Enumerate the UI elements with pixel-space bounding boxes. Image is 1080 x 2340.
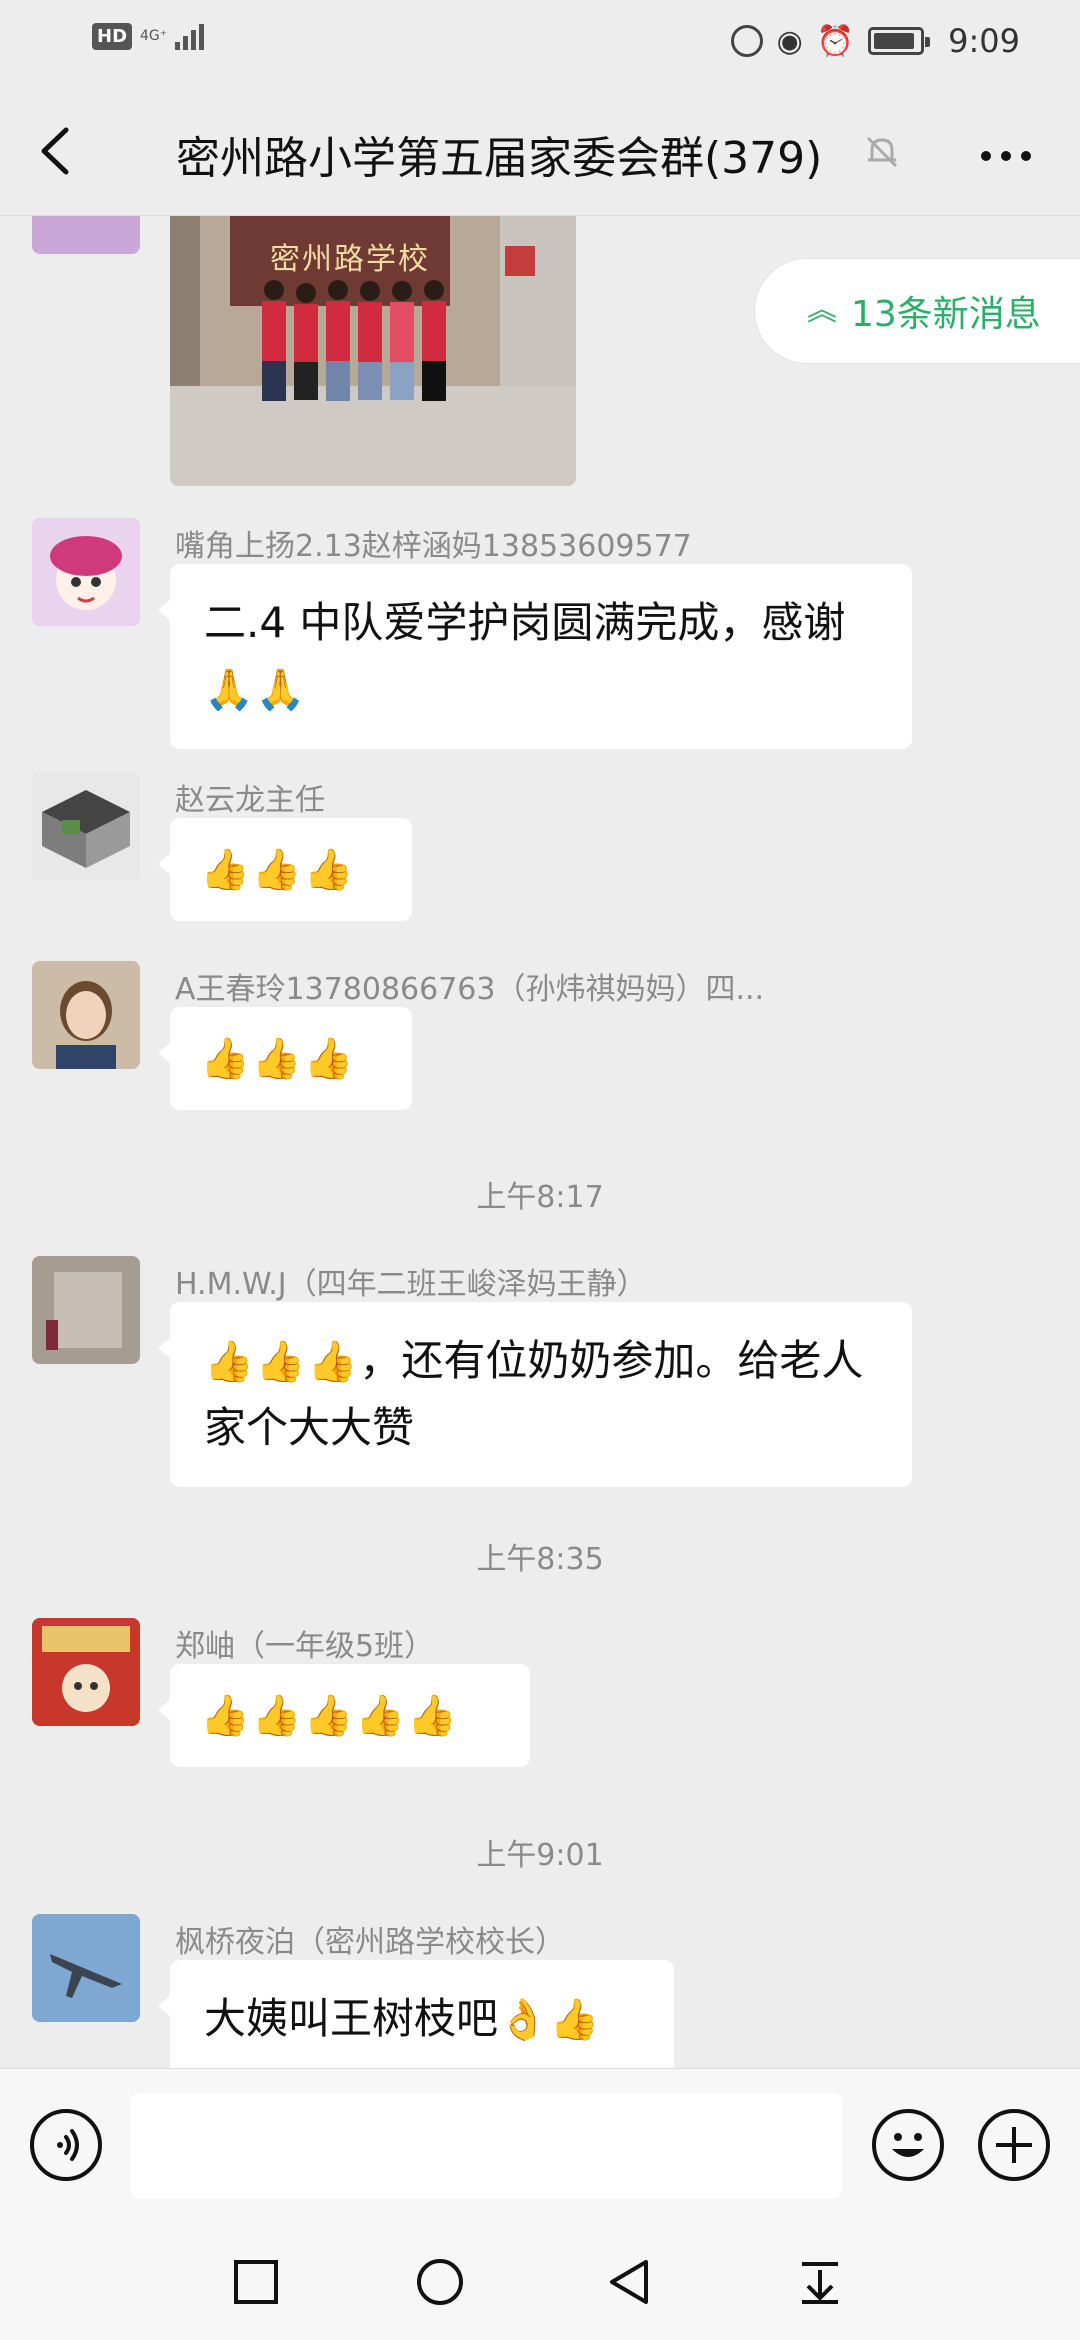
back-nav-icon[interactable]	[606, 2258, 654, 2306]
message-bubble[interactable]: 👍👍👍	[158, 818, 412, 921]
avatar[interactable]	[32, 961, 140, 1069]
back-arrow-icon	[41, 127, 69, 175]
woman-photo-avatar	[32, 961, 140, 1069]
chat-title: 密州路小学第五届家委会群(379)	[176, 133, 823, 184]
home-icon[interactable]	[416, 2258, 464, 2306]
plus-icon	[996, 2127, 1032, 2163]
back-button[interactable]	[36, 124, 86, 178]
message-bubble[interactable]: 二.4 中队爱学护岗圆满完成，感谢 🙏🙏	[158, 564, 912, 749]
message-bubble[interactable]: 👍👍👍👍👍	[158, 1664, 530, 1767]
hd-badge: HD	[92, 22, 133, 50]
avatar[interactable]	[32, 216, 140, 254]
data-saver-icon	[730, 25, 763, 57]
voice-icon	[57, 2129, 79, 2161]
avatar[interactable]	[32, 1256, 140, 1364]
avatar[interactable]	[32, 1618, 140, 1726]
message-text: 大姨叫王树枝吧	[204, 1994, 499, 2043]
message-emoji: 👌👍	[498, 1997, 602, 2043]
message-text: 二.4 中队爱学护岗圆满完成，感谢	[204, 598, 846, 647]
message-list[interactable]: 密州路学校 嘴角上扬2.13赵梓涵妈13853609577 二.4 中队爱学护岗…	[0, 216, 1080, 2068]
notification-pull-down-icon[interactable]	[796, 2258, 844, 2306]
voice-input-button[interactable]	[30, 2109, 102, 2181]
network-label: 4G⁺	[140, 28, 168, 44]
building-model-avatar	[32, 772, 140, 880]
signal-icon	[175, 22, 205, 50]
message-emoji: 🙏🙏	[204, 667, 308, 713]
message-bubble[interactable]: 👍👍👍，还有位奶奶参加。给老人家个大大赞	[158, 1302, 912, 1487]
message-bubble[interactable]: 大姨叫王树枝吧👌👍	[158, 1960, 674, 2068]
eye-comfort-icon: ◉	[776, 23, 803, 59]
smiley-icon	[892, 2133, 924, 2157]
avatar[interactable]	[32, 518, 140, 626]
recent-apps-icon[interactable]	[232, 2258, 280, 2306]
timestamp: 上午8:17	[476, 1180, 604, 1215]
message-emoji: 👍👍👍	[200, 1036, 356, 1082]
sender-name: H.M.W.J（四年二班王峻泽妈王静）	[175, 1267, 647, 1302]
timestamp: 上午8:35	[476, 1542, 604, 1577]
sender-name: 枫桥夜泊（密州路学校校长）	[175, 1925, 565, 1960]
stone-tablet-avatar	[32, 1256, 140, 1364]
sender-name: 赵云龙主任	[175, 783, 325, 818]
message-bubble[interactable]: 👍👍👍	[158, 1007, 412, 1110]
message-emoji: 👍👍👍	[200, 847, 356, 893]
alarm-icon: ⏰	[816, 23, 855, 59]
input-bar	[0, 2068, 1080, 2218]
sender-name: 郑岫（一年级5班）	[175, 1629, 435, 1664]
cartoon-girl-avatar	[32, 518, 140, 626]
photo-message[interactable]: 密州路学校	[170, 216, 576, 486]
sender-name: A王春玲13780866763（孙炜祺妈妈）四...	[175, 972, 765, 1007]
clock: 9:09	[948, 22, 1020, 60]
mute-bell-icon	[866, 136, 898, 168]
message-emoji: 👍👍👍	[204, 1339, 360, 1385]
system-nav-bar	[0, 2218, 1080, 2340]
new-messages-label: 13条新消息	[851, 294, 1041, 335]
sender-name: 嘴角上扬2.13赵梓涵妈13853609577	[175, 529, 692, 564]
message-emoji: 👍👍👍👍👍	[200, 1693, 460, 1739]
chat-header: 密州路小学第五届家委会群(379)	[0, 86, 1080, 216]
avatar[interactable]	[32, 772, 140, 880]
more-functions-button[interactable]	[978, 2109, 1050, 2181]
more-dots-icon	[981, 151, 1031, 161]
new-messages-button[interactable]: ︽ 13条新消息	[754, 258, 1080, 364]
timestamp: 上午9:01	[476, 1838, 604, 1873]
school-sign-text: 密州路学校	[270, 242, 430, 277]
status-bar: HD 4G⁺ ◉ ⏰ 9:09	[0, 0, 1080, 86]
emoji-button[interactable]	[872, 2109, 944, 2181]
new-year-ox-avatar	[32, 1618, 140, 1726]
battery-icon	[868, 27, 931, 55]
double-chevron-up-icon: ︽	[807, 293, 837, 328]
message-input[interactable]	[130, 2093, 842, 2199]
more-options-button[interactable]	[976, 126, 1036, 176]
avatar[interactable]	[32, 1914, 140, 2022]
fighter-jet-avatar	[32, 1914, 140, 2022]
